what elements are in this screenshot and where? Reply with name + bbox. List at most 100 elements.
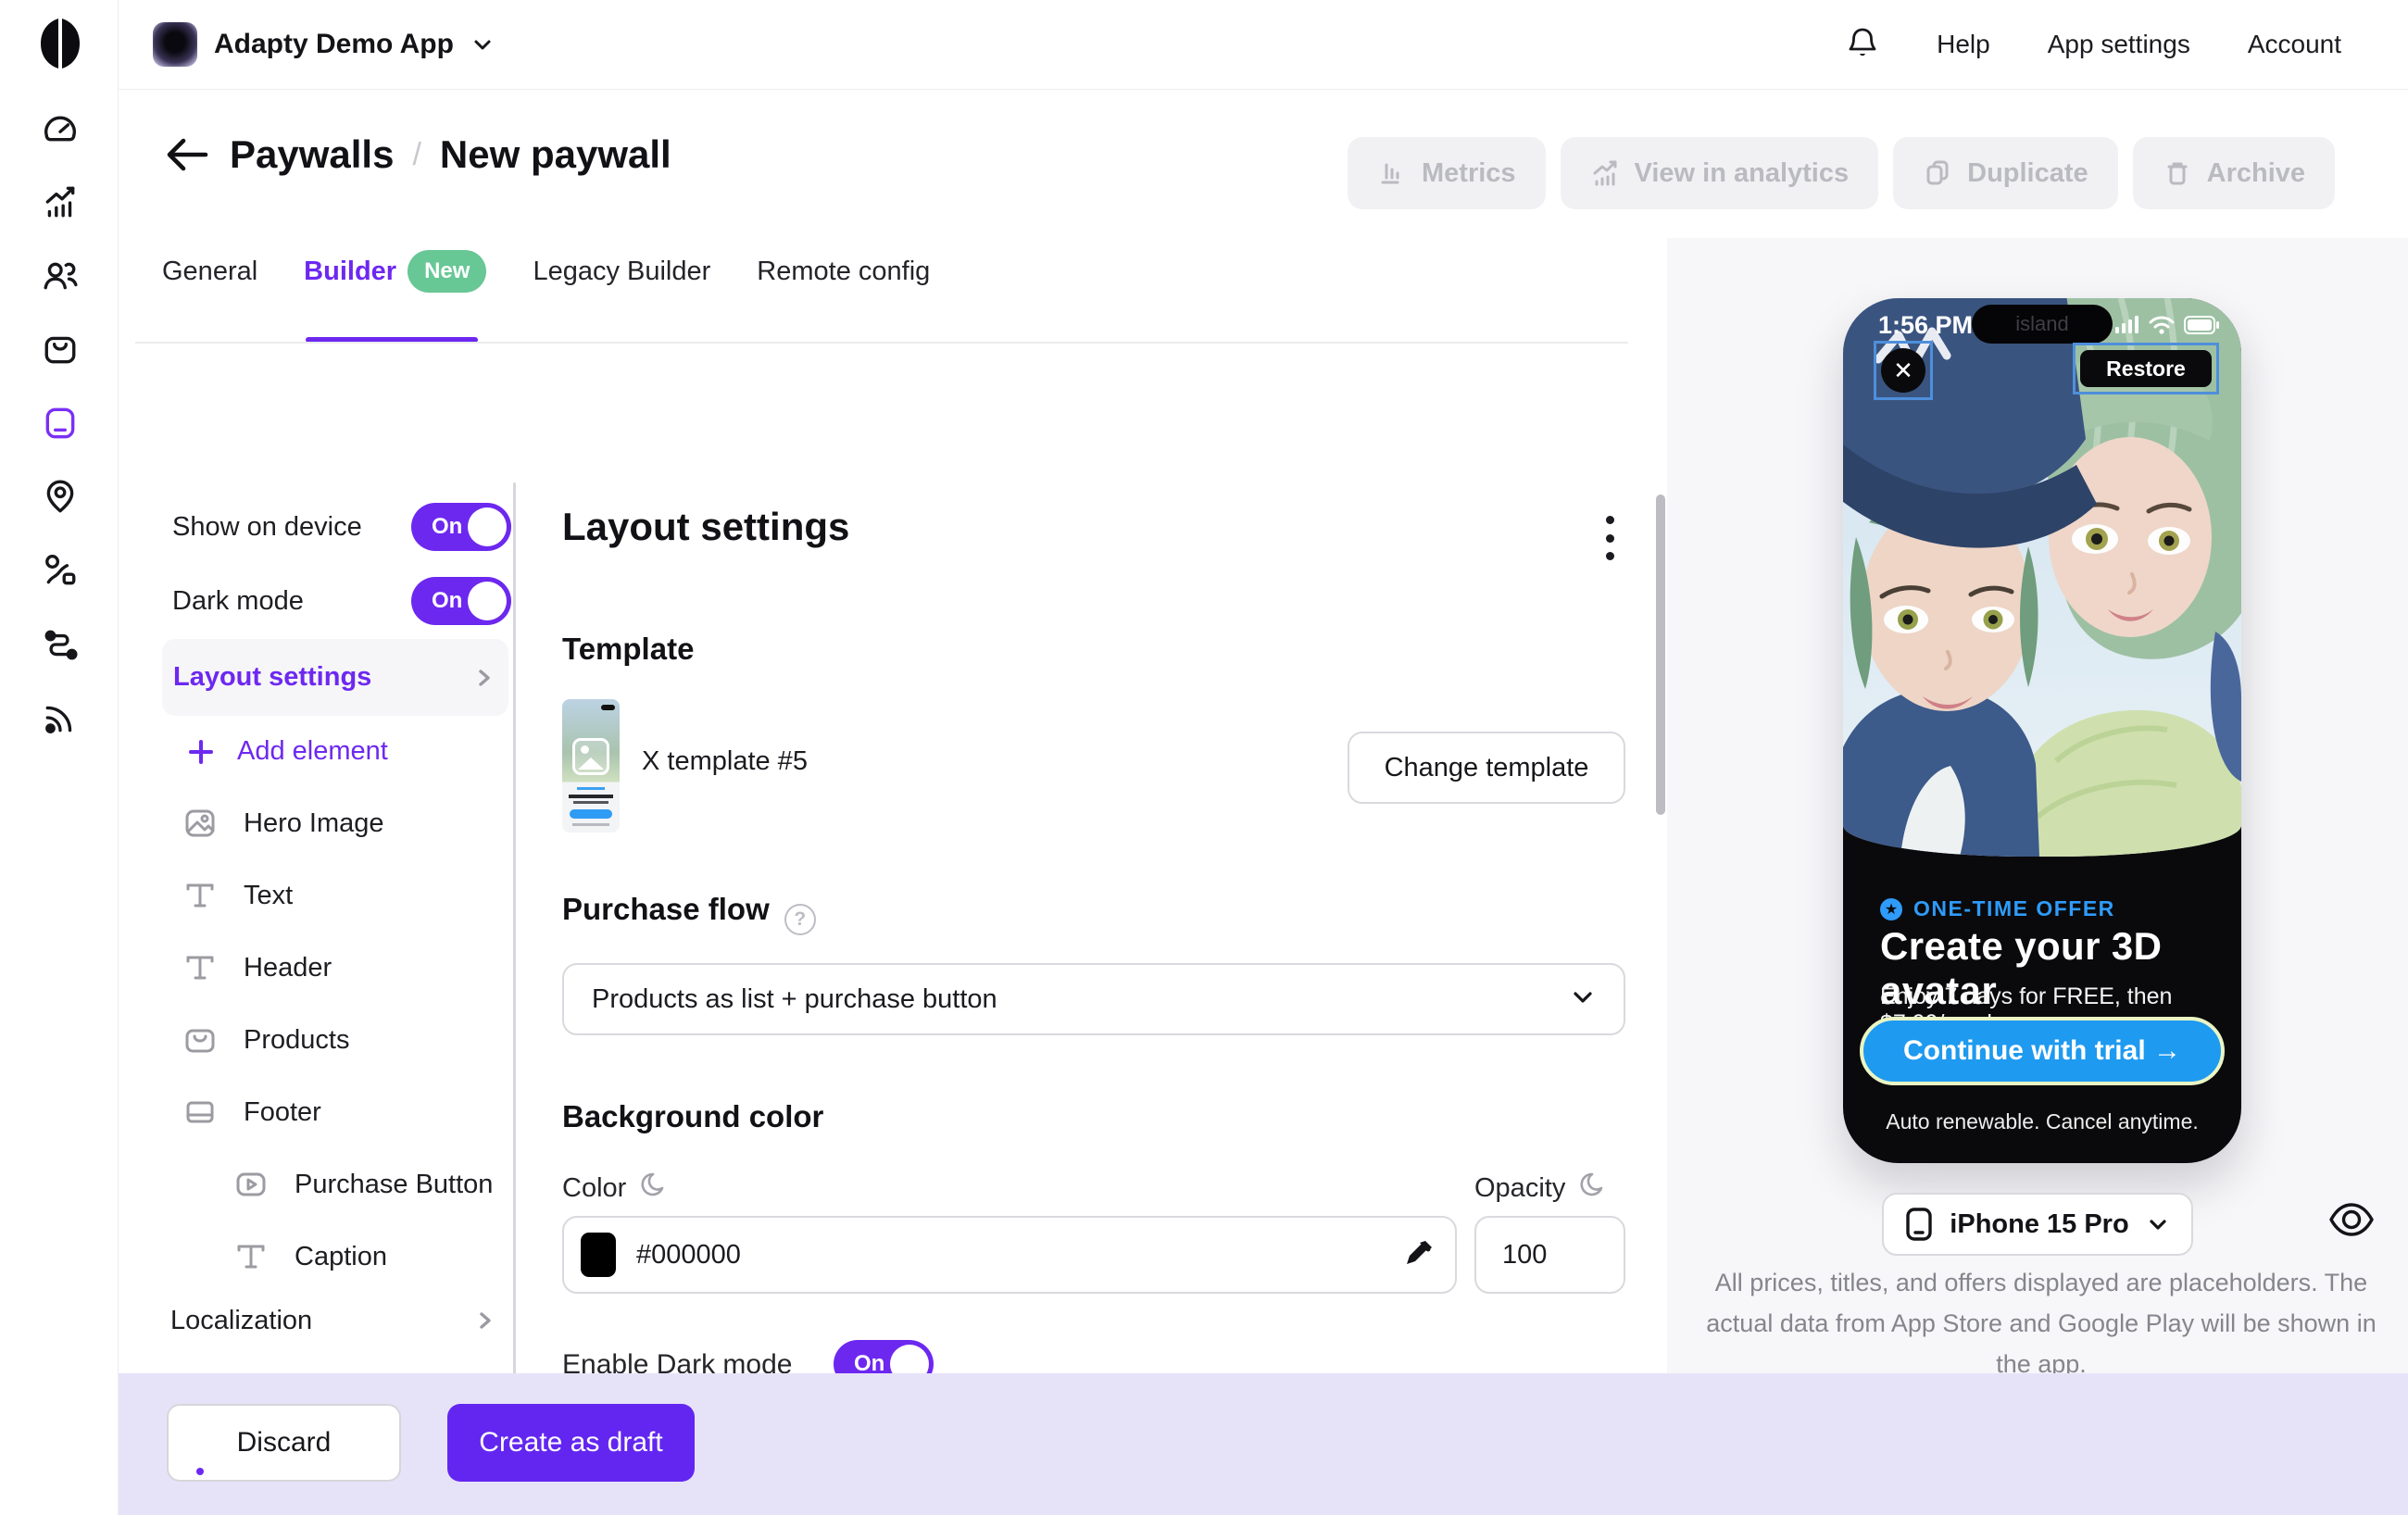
dark-mode-toggle[interactable]: On (411, 577, 511, 625)
device-name: iPhone 15 Pro (1950, 1209, 2128, 1240)
panel-item-text[interactable]: Text (182, 859, 293, 932)
chevron-down-icon (1570, 984, 1596, 1015)
panel-item-caption[interactable]: Caption (233, 1221, 387, 1293)
color-swatch[interactable] (581, 1233, 616, 1277)
metrics-label: Metrics (1422, 158, 1516, 189)
chevron-right-icon (474, 1310, 495, 1331)
opacity-field[interactable] (1474, 1216, 1625, 1294)
play-button-icon (233, 1167, 269, 1202)
text-icon (182, 878, 218, 913)
create-as-draft-button[interactable]: Create as draft (447, 1404, 695, 1482)
preview-restore-button[interactable]: Restore (2073, 343, 2219, 394)
tab-builder[interactable]: Builder New (304, 245, 486, 297)
metrics-button[interactable]: Metrics (1348, 137, 1546, 209)
panel-item-hero-image[interactable]: Hero Image (182, 787, 384, 859)
restore-label: Restore (2080, 350, 2212, 387)
footer-icon (182, 1095, 218, 1130)
hide-preview-eye-icon[interactable] (2328, 1201, 2375, 1238)
view-in-analytics-button[interactable]: View in analytics (1561, 137, 1879, 209)
add-element-button[interactable]: Add element (187, 736, 388, 767)
tab-remote-config[interactable]: Remote config (757, 245, 930, 297)
help-icon[interactable]: ? (784, 904, 816, 935)
panel-item-purchase-button[interactable]: Purchase Button (233, 1148, 493, 1221)
builder-content: General Builder New Legacy Builder Remot… (119, 238, 1667, 1373)
section-title: Layout settings (562, 505, 849, 549)
sidebar-icon-dashboard[interactable] (42, 109, 79, 146)
metrics-icon (1377, 158, 1407, 188)
panel-item-layout-settings[interactable]: Layout settings (162, 639, 508, 716)
device-preview-panel: 1:56 PM island ✕ Restore ★ ONE-TIME OFFE… (1667, 238, 2408, 1373)
panel-item-header[interactable]: Header (182, 932, 332, 1004)
show-on-device-toggle[interactable]: On (411, 503, 511, 551)
breadcrumb: Paywalls / New paywall (163, 132, 671, 177)
opacity-input[interactable] (1502, 1240, 1624, 1271)
color-input[interactable] (636, 1240, 1401, 1271)
text-icon (182, 950, 218, 985)
preview-close-button[interactable]: ✕ (1874, 341, 1933, 400)
breadcrumb-separator: / (412, 137, 420, 173)
nav-help[interactable]: Help (1937, 30, 1990, 59)
sidebar-icon-placements[interactable] (42, 479, 79, 516)
breadcrumb-paywalls[interactable]: Paywalls (230, 132, 394, 177)
background-color-heading: Background color (562, 1099, 823, 1134)
tabs-divider (135, 342, 1628, 344)
adapty-logo[interactable] (38, 17, 82, 72)
plus-icon (187, 738, 215, 766)
sidebar-icon-events[interactable] (42, 699, 79, 736)
panel-item-footer[interactable]: Footer (182, 1076, 321, 1148)
eyedropper-icon[interactable] (1401, 1238, 1435, 1271)
nav-app-settings[interactable]: App settings (2048, 30, 2190, 59)
template-thumbnail[interactable] (562, 699, 620, 833)
panel-item-products[interactable]: Products (182, 1004, 349, 1076)
nav-account[interactable]: Account (2248, 30, 2341, 59)
moon-icon (1578, 1171, 1604, 1205)
left-rail (0, 0, 119, 1515)
opacity-label: Opacity (1474, 1171, 1604, 1205)
dynamic-island: island (1972, 305, 2113, 344)
content-scrollbar[interactable] (1656, 495, 1665, 815)
kebab-menu-icon[interactable] (1589, 512, 1630, 564)
dark-mode-row: Dark mode On (172, 577, 511, 625)
purchase-flow-select[interactable]: Products as list + purchase button (562, 963, 1625, 1035)
analytics-icon (1590, 158, 1620, 188)
app-selector[interactable]: Adapty Demo App (153, 22, 495, 67)
sidebar-icon-products[interactable] (42, 331, 79, 368)
chevron-right-icon (473, 668, 494, 688)
back-arrow-icon[interactable] (163, 133, 211, 176)
color-field[interactable] (562, 1216, 1457, 1294)
color-label: Color (562, 1171, 665, 1205)
sidebar-icon-paywalls-active[interactable] (42, 405, 79, 442)
bag-icon (182, 1022, 218, 1058)
battery-icon (2184, 316, 2219, 334)
purchase-flow-heading: Purchase flow? (562, 892, 816, 935)
tab-general[interactable]: General (162, 245, 257, 297)
new-badge: New (408, 250, 486, 293)
star-icon: ★ (1880, 898, 1902, 920)
device-selector[interactable]: iPhone 15 Pro (1882, 1193, 2193, 1256)
dark-mode-label: Dark mode (172, 586, 411, 617)
notifications-bell-icon[interactable] (1846, 26, 1879, 64)
sidebar-icon-analytics[interactable] (42, 183, 79, 220)
sidebar-icon-ab-tests[interactable] (42, 552, 79, 589)
tab-legacy-builder[interactable]: Legacy Builder (533, 245, 710, 297)
app-avatar (153, 22, 197, 67)
adapty-builder-page: Adapty Demo App Help App settings Accoun… (0, 0, 2408, 1515)
sidebar-icon-flows[interactable] (42, 626, 79, 663)
sidebar-icon-audience[interactable] (42, 257, 79, 294)
header-actions: Metrics View in analytics Duplicate Arch… (1348, 137, 2335, 209)
status-icons (2115, 315, 2219, 335)
continue-with-trial-button[interactable]: Continue with trial → (1860, 1017, 2225, 1085)
archive-label: Archive (2207, 158, 2305, 189)
phone-icon (1905, 1208, 1933, 1241)
top-nav: Help App settings Account (1846, 0, 2341, 89)
paywall-note: Auto renewable. Cancel anytime. (1843, 1109, 2241, 1134)
change-template-button[interactable]: Change template (1348, 732, 1625, 804)
duplicate-button[interactable]: Duplicate (1893, 137, 2118, 209)
offer-badge: ★ ONE-TIME OFFER (1880, 896, 2115, 921)
panel-item-localization[interactable]: Localization (170, 1293, 509, 1348)
phone-preview: 1:56 PM island ✕ Restore ★ ONE-TIME OFFE… (1843, 298, 2241, 1163)
analytics-label: View in analytics (1635, 158, 1850, 189)
image-icon (182, 806, 218, 841)
text-icon (233, 1239, 269, 1274)
archive-button[interactable]: Archive (2133, 137, 2335, 209)
